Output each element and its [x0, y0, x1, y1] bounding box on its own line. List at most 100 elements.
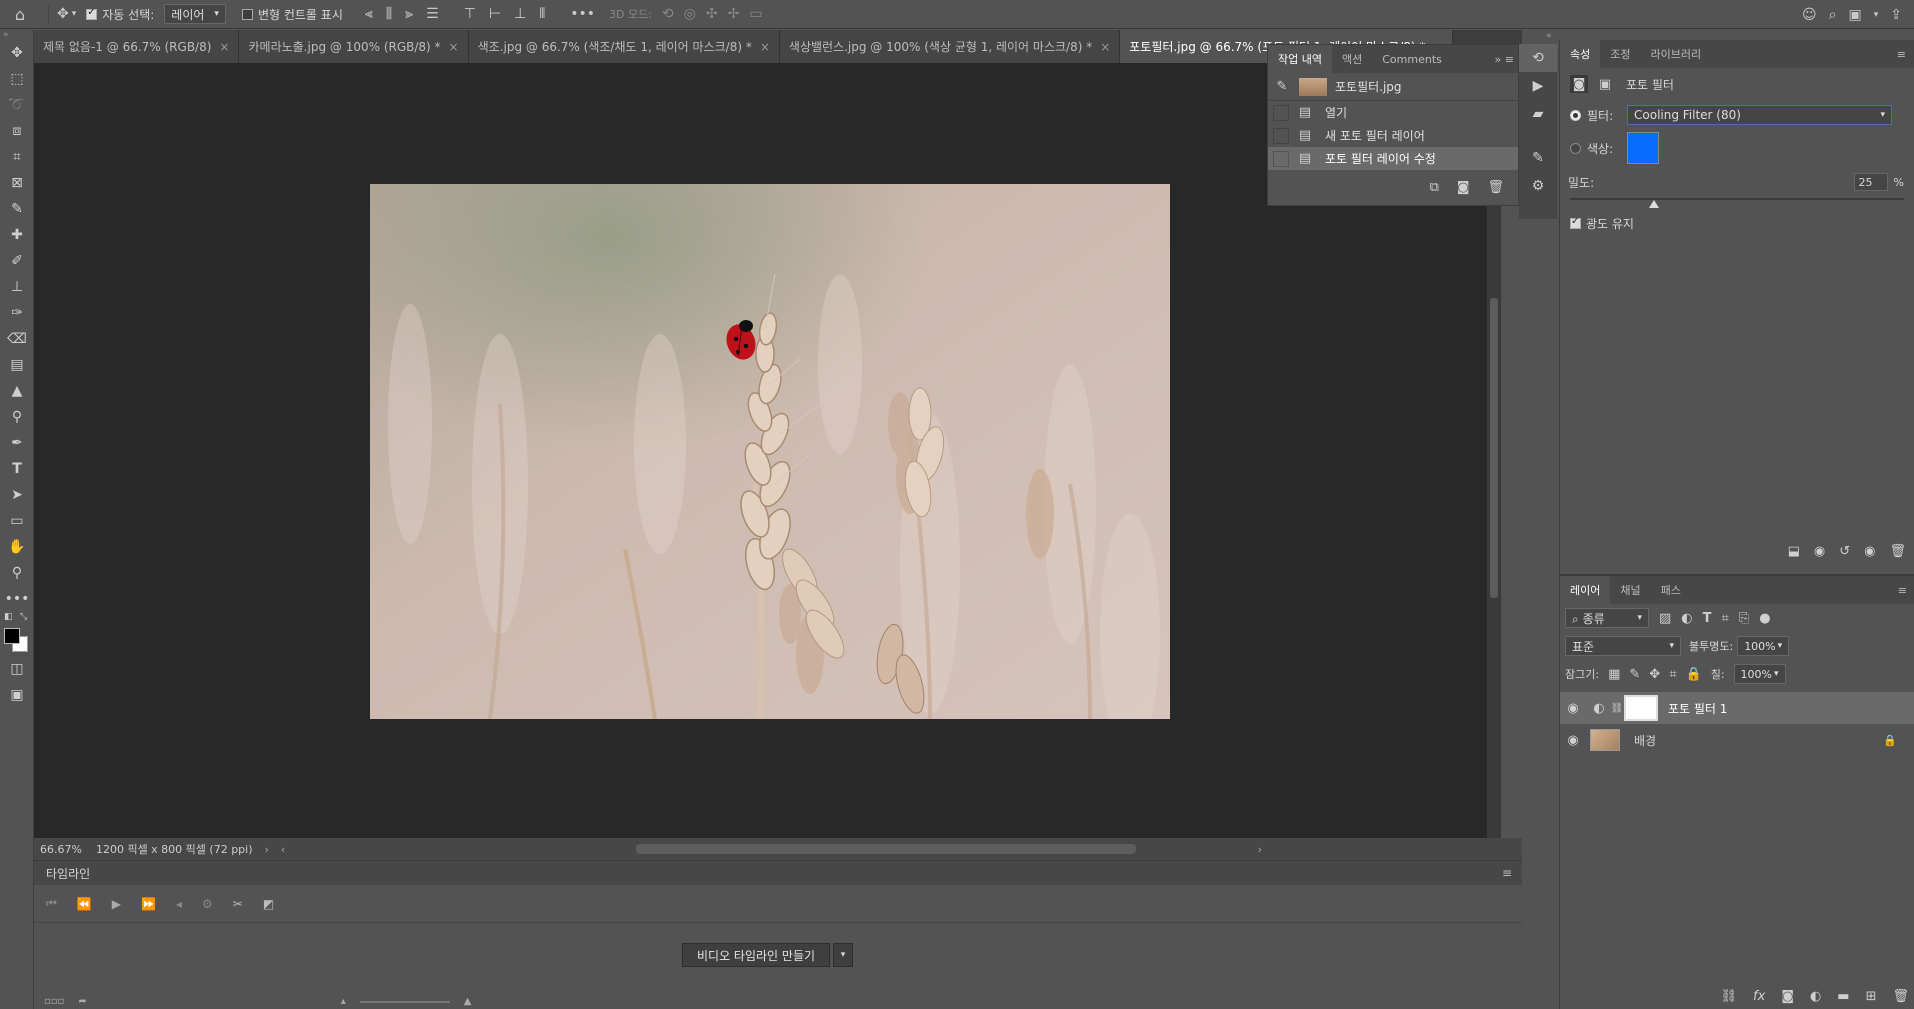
chevron-down-icon[interactable]: ▾ [72, 9, 77, 19]
layer-kind-filter[interactable]: ⌕ 종류 ▾ [1565, 608, 1649, 628]
close-icon[interactable]: × [1100, 40, 1110, 54]
more-tools-icon[interactable]: ••• [0, 586, 34, 612]
filter-shape-icon[interactable]: ⌗ [1722, 611, 1729, 626]
gradient-tool-icon[interactable]: ▤ [0, 352, 34, 378]
visibility-eye-icon[interactable]: ◉ [1560, 733, 1586, 748]
horizontal-scrollbar[interactable] [636, 844, 1136, 854]
tab-untitled[interactable]: 제목 없음-1 @ 66.7% (RGB/8) × [34, 30, 240, 63]
play-icon[interactable]: ▶ [112, 897, 121, 911]
preserve-luminosity-checkbox[interactable] [1570, 216, 1581, 229]
lock-artboard-icon[interactable]: ⌗ [1669, 667, 1676, 682]
tab-actions[interactable]: 액션 [1332, 45, 1372, 73]
trash-icon[interactable]: 🗑 [1487, 180, 1504, 195]
panel-menu-icon[interactable]: ≡ [1898, 584, 1914, 597]
align-bottom-icon[interactable]: ⊥ [514, 6, 526, 22]
history-item[interactable]: ▤ 열기 [1268, 101, 1518, 124]
camera-snapshot-icon[interactable]: ◙ [1457, 180, 1470, 195]
lasso-tool-icon[interactable]: ➰ [0, 92, 34, 118]
color-radio[interactable] [1570, 142, 1581, 154]
scroll-right-icon[interactable]: › [1258, 843, 1262, 856]
eraser-tool-icon[interactable]: ⌫ [0, 326, 34, 352]
panel-menu-icon[interactable]: ≡ [1897, 48, 1914, 61]
history-brush-source-icon[interactable]: ✎ [1273, 79, 1291, 94]
blend-mode-dropdown[interactable]: 표준 ▾ [1565, 636, 1681, 656]
blur-tool-icon[interactable]: ▲ [0, 378, 34, 404]
lock-image-icon[interactable]: ✎ [1629, 667, 1640, 682]
frame-tool-icon[interactable]: ⊠ [0, 170, 34, 196]
fill-input[interactable]: 100% ▾ [1733, 664, 1786, 684]
more-options-icon[interactable]: ••• [570, 6, 595, 22]
render-video-icon[interactable]: ➦ [78, 996, 86, 1007]
filter-color-swatch[interactable] [1627, 132, 1659, 164]
tab-camera-exposure[interactable]: 카메라노출.jpg @ 100% (RGB/8) * × [239, 30, 469, 63]
tab-history[interactable]: 작업 내역 [1268, 45, 1332, 73]
slide-3d-icon[interactable]: ✢ [728, 6, 740, 22]
new-group-icon[interactable]: ▬ [1837, 989, 1849, 1004]
drag-3d-icon[interactable]: ✣ [706, 6, 718, 22]
next-frame-icon[interactable]: ⏩ [141, 897, 156, 911]
tab-layers[interactable]: 레이어 [1560, 576, 1611, 604]
adjustments-icon[interactable]: ⚙ [1519, 172, 1557, 200]
tab-libraries[interactable]: 라이브러리 [1641, 40, 1712, 68]
new-document-from-state-icon[interactable]: ⧉ [1430, 180, 1439, 195]
transform-controls-checkbox[interactable] [241, 8, 253, 20]
new-adjustment-layer-icon[interactable]: ◐ [1810, 989, 1821, 1004]
filter-smart-object-icon[interactable]: ⎘ [1739, 611, 1749, 626]
brush-settings-icon[interactable]: ✎ [1519, 144, 1557, 172]
history-panel-icon[interactable]: ⟲ [1519, 44, 1557, 72]
opacity-input[interactable]: 100% ▾ [1737, 636, 1790, 656]
add-mask-icon[interactable]: ◙ [1781, 989, 1794, 1004]
camera-3d-icon[interactable]: ▭ [749, 6, 762, 22]
settings-gear-icon[interactable]: ⚙ [202, 897, 213, 911]
pen-tool-icon[interactable]: ✒ [0, 430, 34, 456]
layer-row-selected[interactable]: ◉ ◐ ⛓ 포토 필터 1 [1560, 692, 1914, 724]
screen-mode-icon[interactable]: ▣ [0, 682, 34, 708]
filter-radio[interactable] [1570, 109, 1581, 121]
filter-pixel-icon[interactable]: ▨ [1659, 611, 1671, 626]
lock-position-icon[interactable]: ✥ [1649, 667, 1660, 682]
audio-icon[interactable]: ◂ [176, 897, 182, 911]
timeline-options-icon[interactable]: ▫▫▫ [44, 996, 64, 1007]
move-tool-icon[interactable]: ✥ [57, 6, 69, 22]
align-right-icon[interactable]: ⫸ [405, 6, 413, 22]
layer-style-icon[interactable]: fx [1753, 989, 1765, 1004]
visibility-eye-icon[interactable]: ◉ [1560, 701, 1586, 716]
collapse-panels-icon[interactable]: « [1546, 31, 1552, 41]
filter-type-icon[interactable]: T [1703, 611, 1712, 626]
comments-icon[interactable]: ▰ [1519, 100, 1557, 128]
align-middle-icon[interactable]: ⊢ [489, 6, 501, 22]
tab-channels[interactable]: 채널 [1610, 576, 1650, 604]
object-select-tool-icon[interactable]: ⧈ [0, 118, 34, 144]
auto-select-checkbox[interactable] [86, 7, 98, 20]
stamp-tool-icon[interactable]: ⊥ [0, 274, 34, 300]
layer-name[interactable]: 포토 필터 1 [1668, 700, 1727, 717]
tab-hue[interactable]: 색조.jpg @ 66.7% (색조/채도 1, 레이어 마스크/8) * × [468, 30, 780, 63]
tab-properties[interactable]: 속성 [1560, 40, 1601, 68]
chain-link-icon[interactable]: ⛓ [1611, 703, 1624, 714]
panel-expand-icon[interactable]: » ≡ [1495, 53, 1518, 66]
zoom-level[interactable]: 66.67% [40, 843, 82, 856]
history-brush-icon[interactable]: ✑ [0, 300, 34, 326]
share-icon[interactable]: ⇪ [1890, 7, 1902, 23]
search-icon[interactable]: ⌕ [1829, 7, 1837, 23]
layer-row[interactable]: ◉ 배경 🔒 [1560, 724, 1914, 756]
zoom-in-icon[interactable]: ▲ [464, 996, 472, 1007]
orbit-3d-icon[interactable]: ⟲ [662, 6, 674, 22]
eyedropper-tool-icon[interactable]: ✎ [0, 196, 34, 222]
crop-tool-icon[interactable]: ⌗ [0, 144, 34, 170]
close-icon[interactable]: × [760, 40, 770, 54]
brush-tool-icon[interactable]: ✐ [0, 248, 34, 274]
quick-mask-icon[interactable]: ◫ [0, 656, 34, 682]
zoom-out-icon[interactable]: ▴ [341, 996, 346, 1007]
tab-comments[interactable]: Comments [1372, 45, 1452, 73]
close-icon[interactable]: × [449, 40, 459, 54]
history-item[interactable]: ▤ 새 포토 필터 레이어 [1268, 124, 1518, 147]
lock-all-icon[interactable]: 🔒 [1686, 667, 1702, 682]
view-previous-state-icon[interactable]: ◉ [1814, 544, 1825, 559]
chevron-right-icon[interactable]: › [265, 843, 269, 856]
move-tool-icon[interactable]: ✥ [0, 40, 34, 66]
timeline-zoom-slider[interactable] [359, 1000, 450, 1003]
density-slider[interactable] [1570, 194, 1904, 208]
filter-toggle-icon[interactable]: ● [1759, 611, 1770, 626]
home-icon[interactable]: ⌂ [15, 5, 25, 24]
